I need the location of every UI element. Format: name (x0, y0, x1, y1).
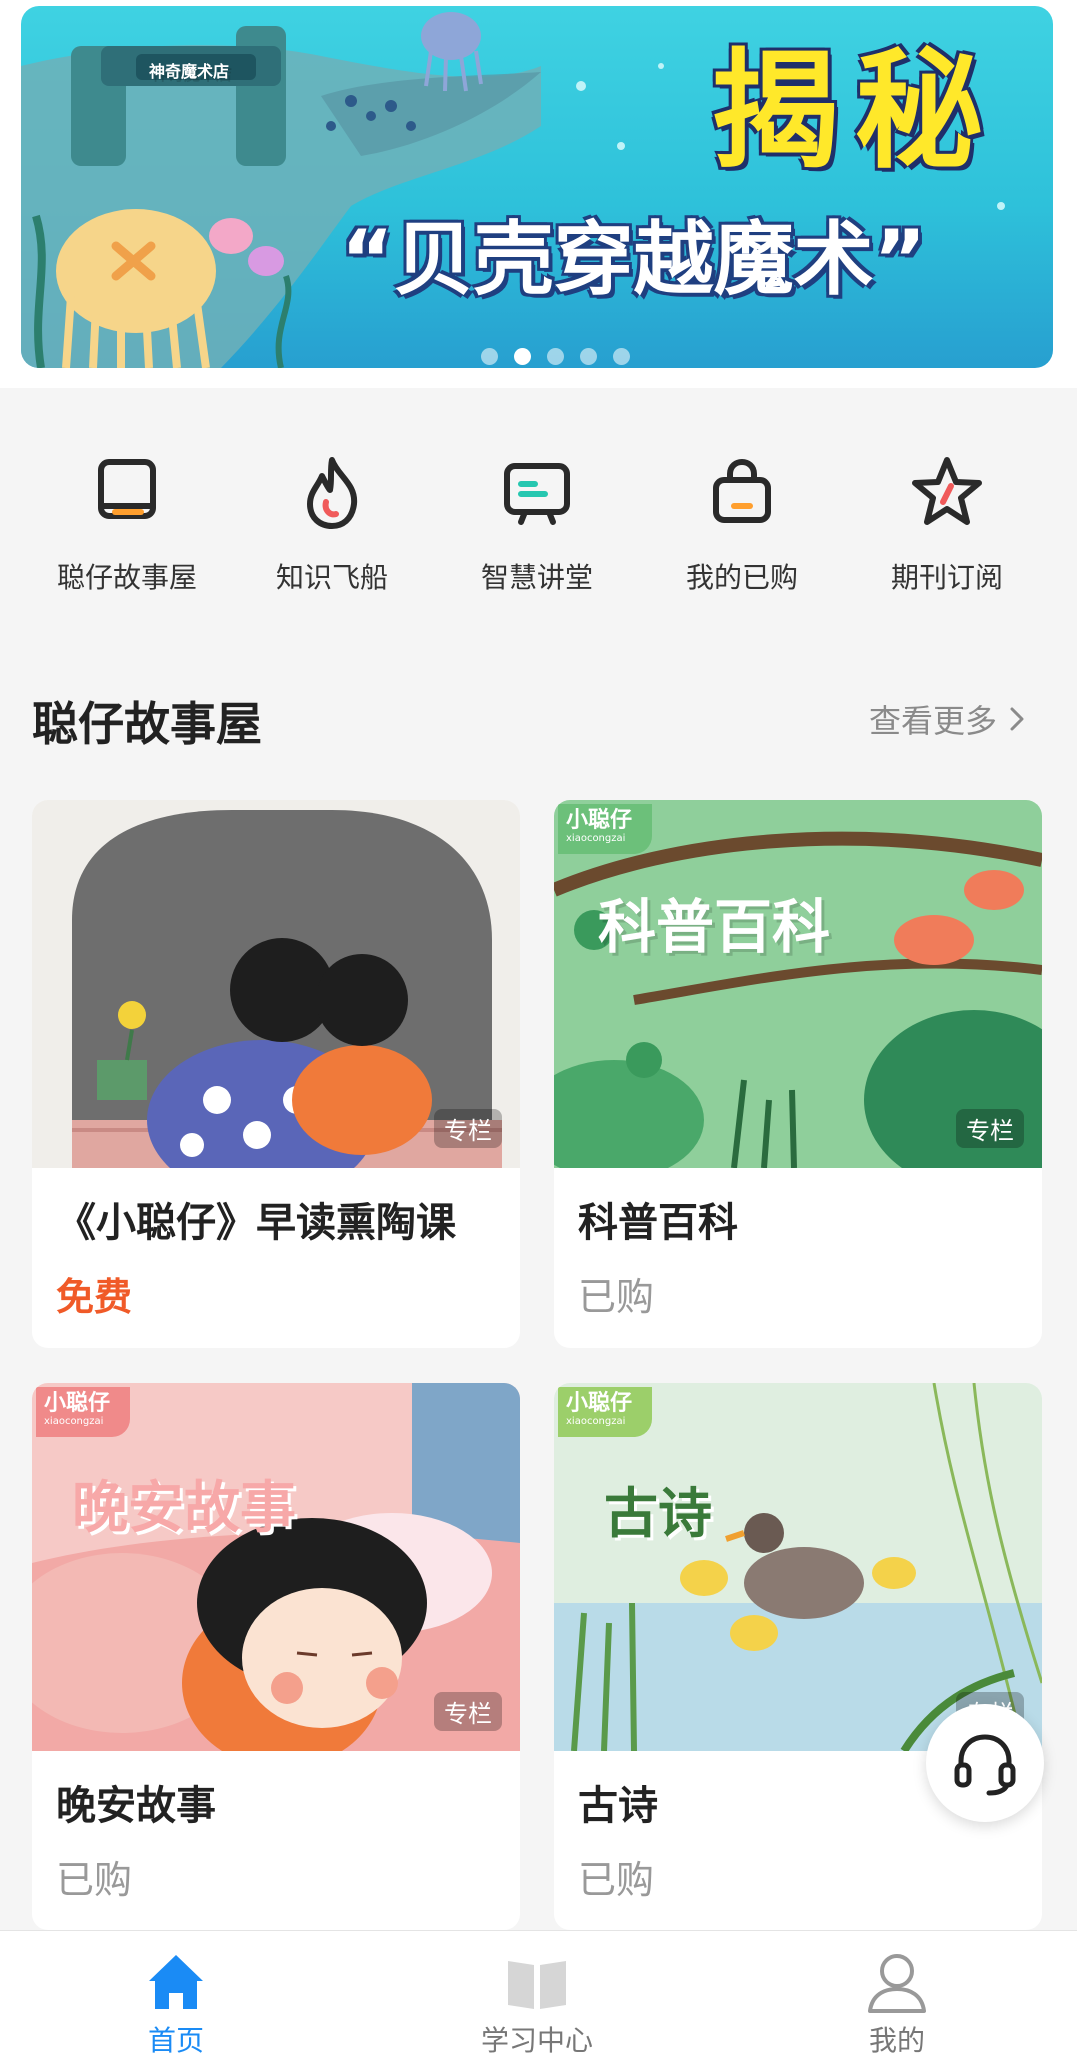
card-title: 晚安故事 (56, 1783, 216, 1829)
course-card[interactable]: 专栏 《小聪仔》早读熏陶课 免费 (32, 800, 520, 1348)
banner-subtitle: “贝壳穿越魔术” (341, 213, 927, 306)
brand-subname: xiaocongzai (566, 833, 626, 844)
banner-carousel[interactable]: 神奇魔术店 揭秘 “贝壳穿越魔术” (21, 6, 1053, 368)
card-price-status: 免费 (56, 1275, 133, 1319)
brand-name: 小聪仔 (566, 808, 633, 833)
brand-subname: xiaocongzai (44, 1416, 104, 1427)
user-icon (862, 1947, 932, 2017)
card-cover-image: 小聪仔 xiaocongzai 科普百科 专栏 (554, 800, 1042, 1168)
card-purchase-status: 已购 (578, 1275, 655, 1319)
quick-nav-label: 我的已购 (685, 561, 798, 594)
card-cover-image: 小聪仔 xiaocongzai 古诗 专栏 (554, 1383, 1042, 1751)
tab-mine[interactable]: 我的 (797, 1931, 997, 2059)
bottom-tab-bar: 首页 学习中心 我的 (0, 1930, 1077, 2060)
brand-badge: 小聪仔 xiaocongzai (36, 1387, 130, 1437)
screen-icon (495, 450, 579, 534)
brand-name: 小聪仔 (566, 1391, 633, 1416)
carousel-dot[interactable] (481, 348, 498, 365)
chevron-right-icon (1010, 707, 1024, 731)
tab-label: 学习中心 (480, 2024, 593, 2057)
cover-title-text: 古诗 (604, 1482, 712, 1545)
tab-home[interactable]: 首页 (76, 1931, 276, 2059)
book-icon (85, 450, 169, 534)
flame-icon (290, 450, 374, 534)
course-card[interactable]: 小聪仔 xiaocongzai 古诗 专栏 古诗 已购 (554, 1383, 1042, 1930)
brand-badge: 小聪仔 xiaocongzai (558, 804, 652, 854)
card-cover-image: 专栏 (32, 800, 520, 1168)
cover-title-text: 晚安故事 (72, 1476, 296, 1541)
quick-nav-label: 知识飞船 (275, 561, 388, 594)
course-card[interactable]: 小聪仔 xiaocongzai 晚安故事 专栏 晚安故事 已购 (32, 1383, 520, 1930)
card-title: 《小聪仔》早读熏陶课 (56, 1200, 456, 1246)
card-purchase-status: 已购 (578, 1858, 655, 1902)
card-purchase-status: 已购 (56, 1858, 133, 1902)
headset-icon (954, 1734, 1016, 1796)
carousel-dots (481, 348, 630, 365)
quick-nav-label: 聪仔故事屋 (56, 561, 197, 594)
banner-area: 神奇魔术店 揭秘 “贝壳穿越魔术” (0, 0, 1077, 388)
quick-nav-my-purchases[interactable]: 我的已购 (642, 420, 842, 596)
open-book-icon (502, 1947, 572, 2017)
carousel-dot[interactable] (613, 348, 630, 365)
view-more-label: 查看更多 (868, 702, 997, 740)
quick-nav-label: 期刊订阅 (890, 561, 1003, 594)
quick-nav-wisdom-hall[interactable]: 智慧讲堂 (437, 420, 637, 596)
brand-subname: xiaocongzai (566, 1416, 626, 1427)
course-card[interactable]: 小聪仔 xiaocongzai 科普百科 专栏 科普百科 已购 (554, 800, 1042, 1348)
quick-nav-subscription[interactable]: 期刊订阅 (847, 420, 1047, 596)
star-icon (905, 450, 989, 534)
carousel-dot-active[interactable] (514, 348, 531, 365)
banner-title: 揭秘 (711, 37, 1000, 186)
tab-label: 我的 (868, 2024, 925, 2057)
customer-service-button[interactable] (926, 1704, 1044, 1822)
cover-title-text: 科普百科 (598, 893, 831, 961)
banner-sign-text: 神奇魔术店 (149, 62, 230, 81)
quick-nav: 聪仔故事屋 知识飞船 智慧讲堂 我的已购 期刊订阅 (0, 420, 1077, 600)
quick-nav-knowledge-ship[interactable]: 知识飞船 (232, 420, 432, 596)
bag-icon (700, 450, 784, 534)
carousel-dot[interactable] (547, 348, 564, 365)
view-more-link[interactable]: 查看更多 (869, 696, 1027, 742)
column-tag: 专栏 (434, 1109, 502, 1148)
quick-nav-label: 智慧讲堂 (480, 561, 593, 594)
column-tag: 专栏 (434, 1692, 502, 1731)
tab-learning-center[interactable]: 学习中心 (437, 1931, 637, 2059)
column-tag: 专栏 (956, 1109, 1024, 1148)
home-icon (141, 1947, 211, 2017)
section-title: 聪仔故事屋 (32, 697, 262, 751)
quick-nav-story-house[interactable]: 聪仔故事屋 (27, 420, 227, 596)
card-cover-image: 小聪仔 xiaocongzai 晚安故事 专栏 (32, 1383, 520, 1751)
tab-label: 首页 (147, 2024, 204, 2057)
carousel-dot[interactable] (580, 348, 597, 365)
brand-badge: 小聪仔 xiaocongzai (558, 1387, 652, 1437)
card-title: 科普百科 (578, 1200, 738, 1246)
brand-name: 小聪仔 (44, 1391, 111, 1416)
